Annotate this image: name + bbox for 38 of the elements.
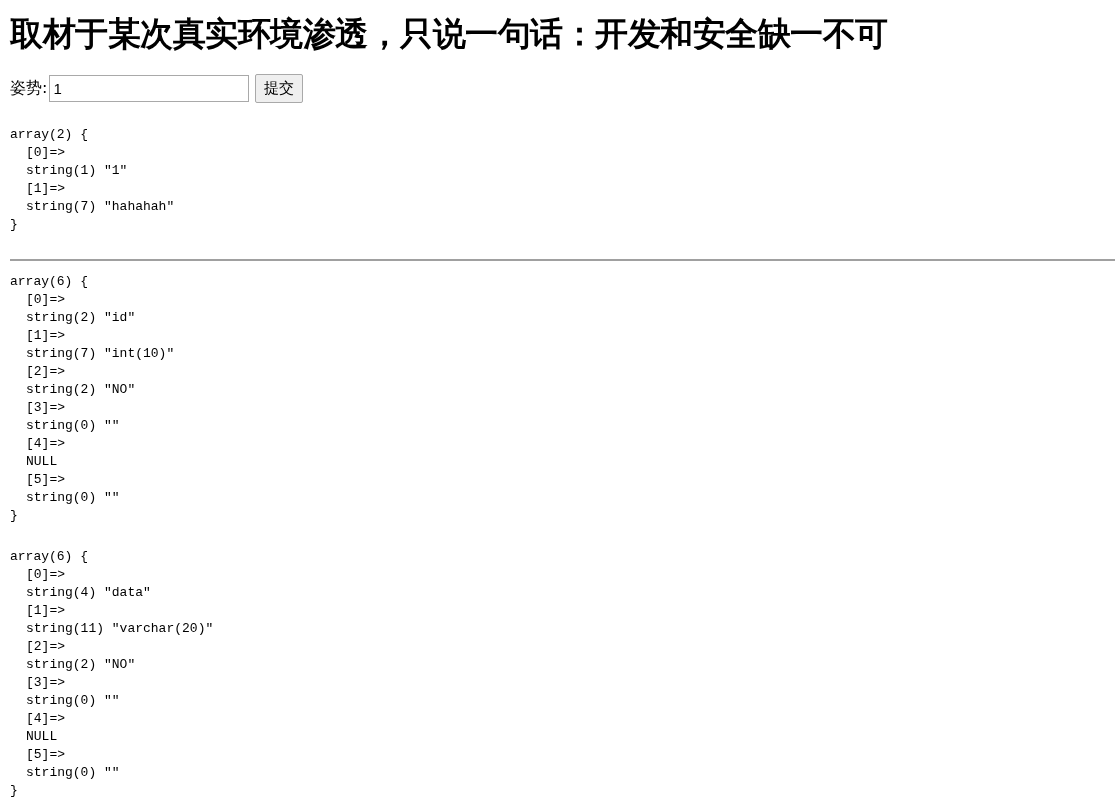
dump-line: string(0) "" <box>25 488 120 507</box>
dump-line: [4]=> <box>25 709 65 728</box>
dump-line: array(2) { <box>10 125 88 144</box>
input-field[interactable]: 1 <box>49 74 250 102</box>
dump-line: string(0) "" <box>25 416 120 435</box>
dump-line: } <box>10 215 18 234</box>
dump-line: array(6) { <box>10 272 88 291</box>
dump-line: string(7) "hahahah" <box>25 197 175 216</box>
dump-line: NULL <box>25 727 58 746</box>
dump-line: } <box>10 781 18 800</box>
dump-line: } <box>10 506 18 525</box>
dump-line: [1]=> <box>25 601 65 620</box>
dump-line: string(2) "NO" <box>25 655 136 674</box>
dump-line: [5]=> <box>25 470 65 489</box>
dump-line: [1]=> <box>25 326 65 345</box>
dump-line: NULL <box>25 452 58 471</box>
dump-line: string(7) "int(10)" <box>25 344 175 363</box>
dump-line: string(2) "NO" <box>25 380 136 399</box>
dump-line: [0]=> <box>25 143 65 162</box>
dump-line: [1]=> <box>25 179 65 198</box>
dump-line: string(0) "" <box>25 691 120 710</box>
dump-line: [0]=> <box>25 290 65 309</box>
page-title: 取材于某次真实环境渗透，只说一句话：开发和安全缺一不可 <box>10 14 889 54</box>
dump-line: [2]=> <box>25 362 65 381</box>
dump-line: [0]=> <box>25 565 65 584</box>
dump-line: [3]=> <box>25 398 65 417</box>
dump-line: string(1) "1" <box>25 161 128 180</box>
dump-line: [3]=> <box>25 673 65 692</box>
dump-line: string(4) "data" <box>25 583 151 602</box>
dump-line: [4]=> <box>25 434 65 453</box>
dump-line: array(6) { <box>10 547 88 566</box>
dump-line: string(2) "id" <box>25 308 136 327</box>
dump-line: string(11) "varchar(20)" <box>25 619 214 638</box>
dump-line: [2]=> <box>25 637 65 656</box>
dump-line: [5]=> <box>25 745 65 764</box>
dump-line: string(0) "" <box>25 763 120 782</box>
submit-button[interactable]: 提交 <box>255 73 304 103</box>
field-label: 姿势: <box>10 77 48 100</box>
